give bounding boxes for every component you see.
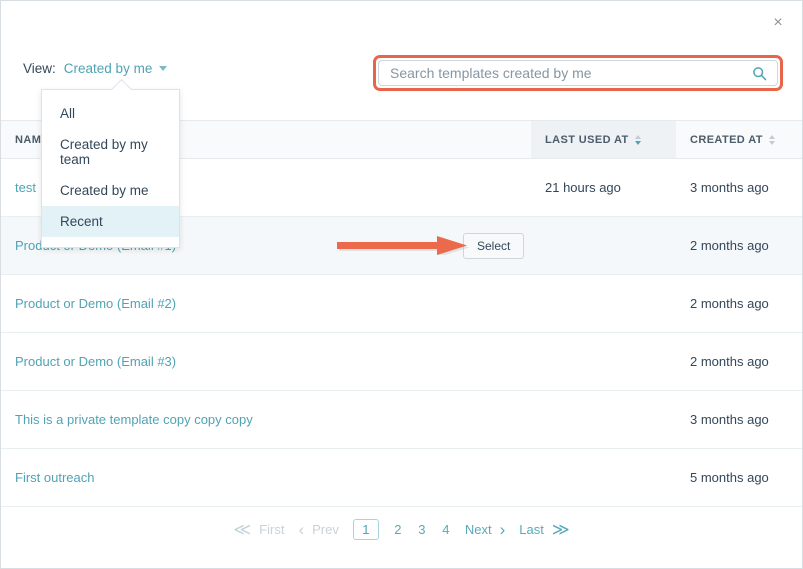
view-selector: View: Created by me	[23, 61, 168, 76]
sort-icon-created-at[interactable]	[768, 134, 775, 145]
table-row[interactable]: First outreach 5 months ago	[1, 448, 802, 507]
pagination-page-1[interactable]: 1	[352, 519, 379, 540]
double-chevron-right-icon: ≫	[551, 520, 570, 539]
sort-icon-last-used-at[interactable]	[634, 134, 641, 145]
cell-name: First outreach	[1, 448, 376, 507]
cell-action	[376, 390, 531, 449]
select-button[interactable]: Select	[463, 232, 525, 259]
pagination-first-label: First	[259, 522, 285, 537]
table-row[interactable]: Product or Demo (Email #3) 2 months ago	[1, 332, 802, 391]
cell-last-used-at	[531, 332, 676, 391]
pagination-page-3[interactable]: 3	[417, 522, 427, 537]
dropdown-item-all[interactable]: All	[42, 98, 179, 129]
pagination: ≪ First ‹ Prev 1 2 3 4 Next › Last ≫	[1, 519, 802, 540]
cell-name: Product or Demo (Email #2)	[1, 274, 376, 333]
view-dropdown-menu: All Created by my team Created by me Rec…	[41, 89, 180, 248]
cell-created-at: 2 months ago	[676, 274, 802, 333]
cell-name: Product or Demo (Email #3)	[1, 332, 376, 391]
close-icon[interactable]: ×	[764, 9, 792, 37]
pagination-last[interactable]: Last ≫	[519, 521, 569, 538]
created-at-value: 2 months ago	[690, 238, 769, 253]
pagination-page-4[interactable]: 4	[441, 522, 451, 537]
cell-created-at: 3 months ago	[676, 158, 802, 217]
table-row[interactable]: This is a private template copy copy cop…	[1, 390, 802, 449]
pagination-last-label: Last	[519, 522, 544, 537]
cell-created-at: 2 months ago	[676, 216, 802, 275]
search-input[interactable]	[379, 61, 777, 85]
table-row[interactable]: Product or Demo (Email #2) 2 months ago	[1, 274, 802, 333]
search-box	[378, 60, 778, 86]
cell-created-at: 3 months ago	[676, 390, 802, 449]
double-chevron-left-icon: ≪	[233, 520, 252, 539]
pagination-next-label: Next	[464, 522, 492, 537]
search-icon[interactable]	[751, 65, 767, 81]
cell-action	[376, 158, 531, 217]
cell-last-used-at: 21 hours ago	[531, 158, 676, 217]
view-dropdown-trigger[interactable]: Created by me	[64, 61, 168, 76]
pagination-first[interactable]: ≪ First	[233, 521, 284, 538]
cell-action	[376, 448, 531, 507]
template-link[interactable]: First outreach	[15, 470, 94, 485]
last-used-at-value: 21 hours ago	[545, 180, 621, 195]
column-header-last-used-at-label: LAST USED AT	[545, 133, 629, 146]
dropdown-item-recent[interactable]: Recent	[42, 206, 179, 237]
cell-last-used-at	[531, 448, 676, 507]
created-at-value: 5 months ago	[690, 470, 769, 485]
pagination-prev-label: Prev	[312, 522, 339, 537]
column-header-created-at[interactable]: CREATED AT	[676, 120, 802, 159]
chevron-left-icon: ‹	[298, 520, 305, 539]
cell-name: This is a private template copy copy cop…	[1, 390, 376, 449]
cell-action: Select	[376, 216, 531, 275]
chevron-down-icon	[159, 66, 168, 71]
cell-last-used-at	[531, 274, 676, 333]
created-at-value: 3 months ago	[690, 412, 769, 427]
created-at-value: 2 months ago	[690, 296, 769, 311]
created-at-value: 3 months ago	[690, 180, 769, 195]
dropdown-item-created-by-me[interactable]: Created by me	[42, 175, 179, 206]
pagination-prev[interactable]: ‹ Prev	[298, 521, 338, 538]
template-picker-dialog: × View: Created by me All Created by my …	[0, 0, 803, 569]
view-selected-value: Created by me	[63, 61, 153, 76]
column-header-last-used-at[interactable]: LAST USED AT	[531, 120, 676, 159]
cell-action	[376, 274, 531, 333]
column-header-created-at-label: CREATED AT	[690, 133, 763, 146]
pagination-page-2[interactable]: 2	[393, 522, 403, 537]
dropdown-item-created-by-my-team[interactable]: Created by my team	[42, 129, 179, 175]
search-highlight	[373, 55, 783, 91]
cell-last-used-at	[531, 216, 676, 275]
column-header-action	[376, 120, 531, 159]
view-label: View:	[23, 61, 56, 76]
template-link[interactable]: This is a private template copy copy cop…	[15, 412, 253, 427]
template-link[interactable]: Product or Demo (Email #3)	[15, 354, 176, 369]
template-link[interactable]: test	[15, 180, 36, 195]
cell-created-at: 5 months ago	[676, 448, 802, 507]
template-link[interactable]: Product or Demo (Email #2)	[15, 296, 176, 311]
cell-created-at: 2 months ago	[676, 332, 802, 391]
cell-action	[376, 332, 531, 391]
pagination-next[interactable]: Next ›	[465, 521, 505, 538]
chevron-right-icon: ›	[499, 520, 506, 539]
cell-last-used-at	[531, 390, 676, 449]
created-at-value: 2 months ago	[690, 354, 769, 369]
